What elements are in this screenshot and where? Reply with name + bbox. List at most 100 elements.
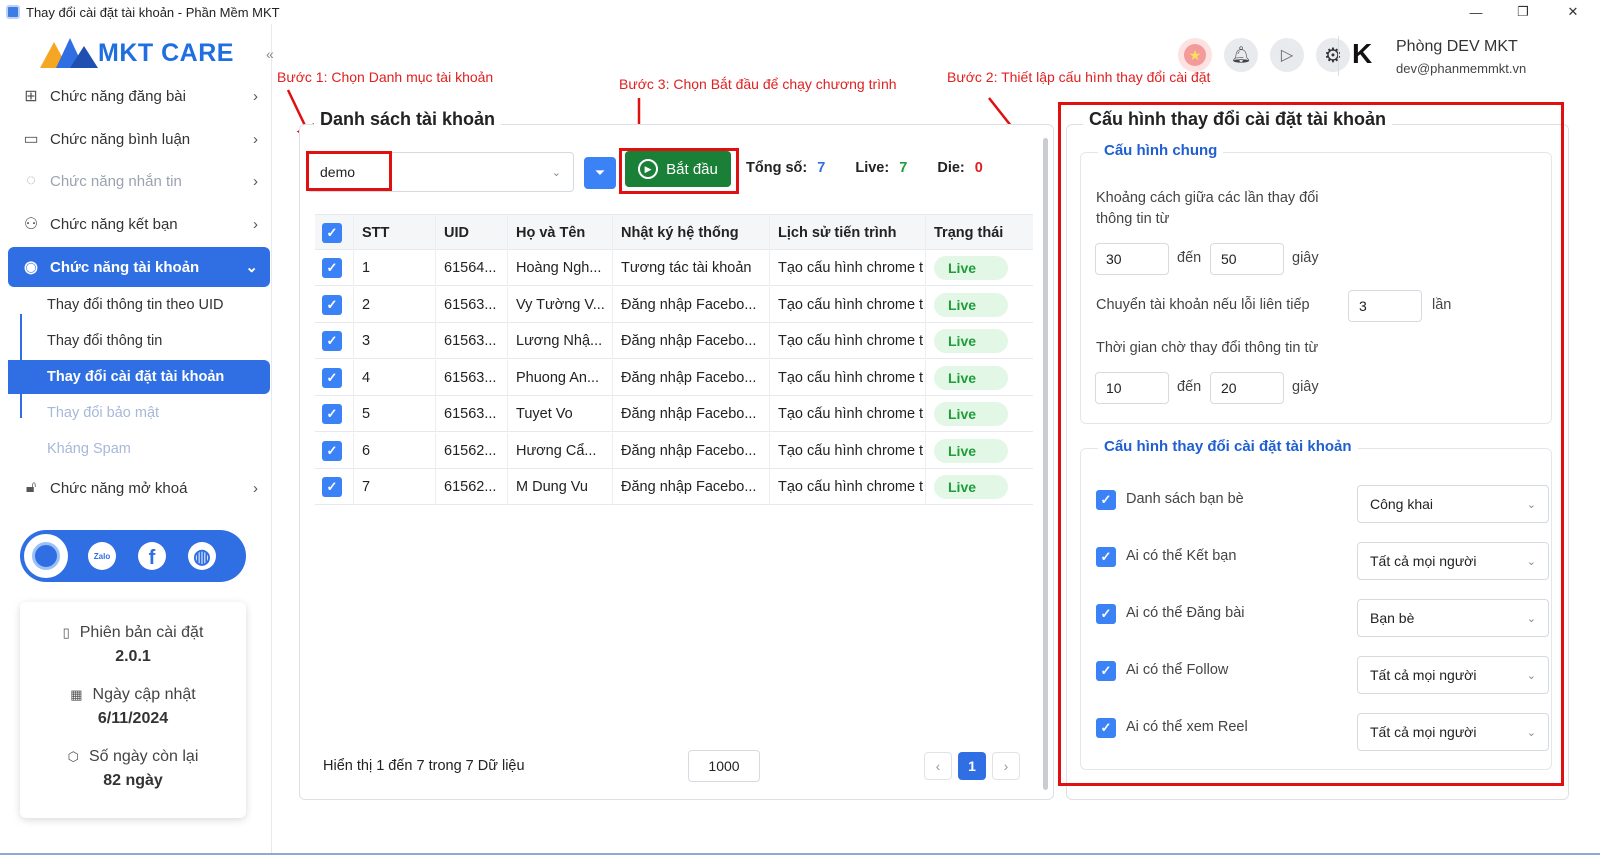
- table-row[interactable]: ✓ 7 61562... M Dung Vu Đăng nhập Facebo... Tạ…: [315, 469, 1033, 505]
- switch-input[interactable]: 3: [1348, 290, 1422, 322]
- option-checkbox[interactable]: ✓: [1096, 547, 1116, 567]
- settings-config-title: Cấu hình thay đổi cài đặt tài khoản: [1098, 438, 1358, 455]
- option-label: Ai có thể Follow: [1126, 662, 1229, 678]
- interval-to-input[interactable]: 50: [1210, 243, 1284, 275]
- live-value: 7: [899, 160, 908, 176]
- cell-name: Tuyet Vo: [507, 396, 612, 432]
- col-name[interactable]: Họ và Tên: [507, 215, 612, 251]
- option-checkbox[interactable]: ✓: [1096, 661, 1116, 681]
- prev-page-button[interactable]: ‹: [924, 752, 952, 780]
- col-stt[interactable]: STT: [353, 215, 435, 251]
- status-badge: Live: [934, 475, 1008, 499]
- table-row[interactable]: ✓ 4 61563... Phuong An... Đăng nhập Facebo..…: [315, 359, 1033, 396]
- table-row[interactable]: ✓ 1 61564... Hoàng Ngh... Tương tác tài khoả…: [315, 250, 1033, 286]
- option-checkbox[interactable]: ✓: [1096, 604, 1116, 624]
- status-badge: Live: [934, 256, 1008, 280]
- cell-name: Hương Cẩ...: [507, 432, 612, 469]
- wait-to-input[interactable]: 20: [1210, 372, 1284, 404]
- interval-label: Khoảng cách giữa các lần thay đổi thông …: [1096, 190, 1319, 227]
- option-label: Ai có thể Đăng bài: [1126, 605, 1245, 621]
- status-badge: Live: [934, 402, 1008, 426]
- die-value: 0: [974, 160, 983, 176]
- general-config-title: Cấu hình chung: [1098, 142, 1224, 159]
- cell-uid: 61564...: [435, 250, 507, 286]
- cell-log: Đăng nhập Facebo...: [612, 286, 769, 323]
- option-value: Bạn bè: [1370, 610, 1415, 626]
- cell-uid: 61563...: [435, 286, 507, 323]
- table-row[interactable]: ✓ 5 61563... Tuyet Vo Đăng nhập Facebo... Tạo…: [315, 396, 1033, 432]
- option-select[interactable]: Tất cả mọi người ⌄: [1357, 713, 1549, 751]
- cell-name: Vy Tường V...: [507, 286, 612, 323]
- cell-uid: 61563...: [435, 359, 507, 396]
- option-label: Ai có thể xem Reel: [1126, 719, 1248, 735]
- wait-unit: giây: [1292, 379, 1319, 395]
- cell-name: Phuong An...: [507, 359, 612, 396]
- col-history[interactable]: Lịch sử tiến trình: [769, 215, 925, 251]
- option-select[interactable]: Công khai ⌄: [1357, 485, 1549, 523]
- chevron-down-icon: ⌄: [1526, 612, 1536, 625]
- cell-stt: 5: [353, 396, 435, 432]
- cell-log: Đăng nhập Facebo...: [612, 359, 769, 396]
- cell-uid: 61562...: [435, 432, 507, 469]
- die-label: Die:: [937, 160, 965, 176]
- interval-from-input[interactable]: 30: [1095, 243, 1169, 275]
- status-badge: Live: [934, 292, 1008, 317]
- next-page-button[interactable]: ›: [992, 752, 1020, 780]
- option-select[interactable]: Tất cả mọi người ⌄: [1357, 542, 1549, 580]
- chevron-down-icon: ⌄: [1526, 555, 1536, 568]
- option-select[interactable]: Bạn bè ⌄: [1357, 599, 1549, 637]
- page-1-button[interactable]: 1: [958, 752, 986, 780]
- row-checkbox[interactable]: ✓: [322, 258, 342, 278]
- panel-scrollbar[interactable]: [1043, 138, 1048, 790]
- row-checkbox[interactable]: ✓: [322, 477, 342, 497]
- chevron-down-icon: ⌄: [1526, 726, 1536, 739]
- live-label: Live:: [855, 160, 890, 176]
- chevron-down-icon: ⌄: [1526, 669, 1536, 682]
- status-badge: Live: [934, 329, 1008, 353]
- page-size-input[interactable]: 1000: [688, 750, 760, 782]
- accounts-table: ✓ STT UID Họ và Tên Nhật ký hệ thống Lịc…: [315, 214, 1033, 505]
- col-log[interactable]: Nhật ký hệ thống: [612, 215, 769, 251]
- cell-stt: 4: [353, 359, 435, 396]
- chevron-down-icon: ⌄: [551, 166, 561, 179]
- option-value: Tất cả mọi người: [1370, 553, 1477, 569]
- cell-history: Tạo cấu hình chrome t: [769, 469, 925, 505]
- cell-log: Đăng nhập Facebo...: [612, 432, 769, 469]
- cell-uid: 61563...: [435, 323, 507, 359]
- total-value: 7: [817, 160, 826, 176]
- cell-log: Đăng nhập Facebo...: [612, 396, 769, 432]
- config-title: Cấu hình thay đổi cài đặt tài khoản: [1083, 109, 1393, 130]
- table-footer-info: Hiển thị 1 đến 7 trong 7 Dữ liệu: [323, 758, 525, 774]
- option-select[interactable]: Tất cả mọi người ⌄: [1357, 656, 1549, 694]
- row-checkbox[interactable]: ✓: [322, 331, 342, 351]
- interval-to-label: đến: [1177, 250, 1202, 266]
- cell-log: Tương tác tài khoản: [612, 250, 769, 286]
- table-row[interactable]: ✓ 6 61562... Hương Cẩ... Đăng nhập Facebo...…: [315, 432, 1033, 469]
- option-value: Tất cả mọi người: [1370, 724, 1477, 740]
- col-status[interactable]: Trạng thái: [925, 215, 1033, 251]
- cell-stt: 7: [353, 469, 435, 505]
- cell-history: Tạo cấu hình chrome t: [769, 432, 925, 469]
- cell-uid: 61563...: [435, 396, 507, 432]
- option-value: Tất cả mọi người: [1370, 667, 1477, 683]
- cell-history: Tạo cấu hình chrome t: [769, 250, 925, 286]
- wait-from-input[interactable]: 10: [1095, 372, 1169, 404]
- cell-stt: 3: [353, 323, 435, 359]
- table-row[interactable]: ✓ 2 61563... Vy Tường V... Đăng nhập Facebo.…: [315, 286, 1033, 323]
- chevron-down-icon: ⌄: [1526, 498, 1536, 511]
- col-uid[interactable]: UID: [435, 215, 507, 251]
- cell-name: M Dung Vu: [507, 469, 612, 505]
- row-checkbox[interactable]: ✓: [322, 404, 342, 424]
- row-checkbox[interactable]: ✓: [322, 440, 342, 461]
- cell-stt: 1: [353, 250, 435, 286]
- row-checkbox[interactable]: ✓: [322, 367, 342, 388]
- status-badge: Live: [934, 438, 1008, 463]
- switch-label: Chuyển tài khoản nếu lỗi liên tiếp: [1096, 297, 1310, 313]
- filter-clear-button[interactable]: ⏷: [584, 157, 616, 189]
- cell-name: Hoàng Ngh...: [507, 250, 612, 286]
- option-checkbox[interactable]: ✓: [1096, 490, 1116, 510]
- row-checkbox[interactable]: ✓: [322, 294, 342, 315]
- option-checkbox[interactable]: ✓: [1096, 718, 1116, 738]
- table-row[interactable]: ✓ 3 61563... Lương Nhậ... Đăng nhập Facebo..…: [315, 323, 1033, 359]
- select-all-checkbox[interactable]: ✓: [322, 223, 342, 243]
